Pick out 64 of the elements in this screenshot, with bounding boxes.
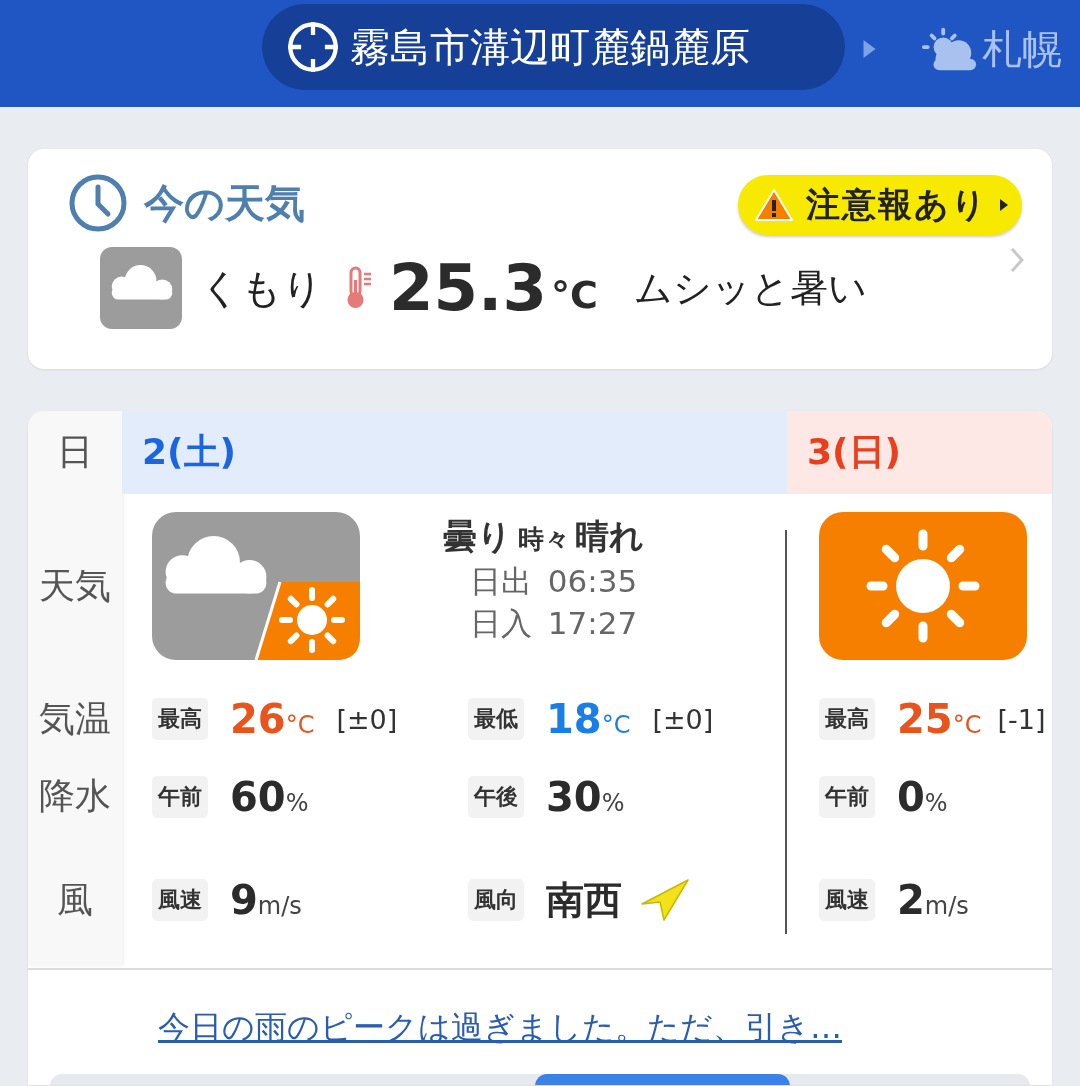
row-label: 気温 [39, 696, 111, 741]
stat-value: 9 [230, 877, 258, 923]
stat-value: 2 [897, 877, 925, 923]
row-label: 降水 [39, 774, 111, 818]
sun-icon [819, 512, 1027, 660]
sun-time: 06:35 [547, 563, 638, 599]
cloud-icon [100, 247, 182, 329]
warning-icon [754, 187, 794, 223]
section-title: 今の天気 [144, 178, 305, 228]
stat-value: 0 [897, 773, 925, 820]
unit-text: °C [285, 711, 315, 739]
stat-value: 18 [546, 696, 602, 742]
unit-text: m/s [257, 892, 302, 920]
stat-label: 風向 [468, 879, 524, 921]
stat-label: 午前 [819, 775, 875, 818]
stat-value: 30 [546, 773, 602, 820]
unit-text: % [601, 788, 625, 817]
day-header: 2(土) [122, 411, 787, 494]
stat-value: 26 [230, 696, 286, 742]
stat-value: 25 [897, 696, 953, 742]
feeling-text: ムシッと暑い [633, 264, 867, 312]
temperature-value: 25.3 [389, 251, 547, 325]
stat-label: 風速 [819, 879, 875, 921]
row-label: 日 [57, 430, 93, 474]
stat-value: 60 [230, 773, 286, 820]
stat-label: 最高 [819, 698, 875, 740]
stat-label: 午後 [468, 775, 524, 818]
stat-value: 南西 [546, 876, 622, 924]
arrow-icon [640, 878, 690, 922]
unit-text: % [285, 788, 309, 817]
stat-label: 午前 [152, 775, 208, 818]
unit-text: °C [952, 711, 982, 739]
diff-text: [-1] [997, 703, 1046, 735]
day-header: 3(日) [787, 411, 1052, 494]
diff-text: [±0] [336, 703, 398, 735]
location-button[interactable]: 霧島市溝辺町麓鍋麓原 [262, 4, 845, 90]
stat-label: 最低 [468, 698, 524, 740]
diff-text: [±0] [652, 703, 714, 735]
sun-label: 日出 [469, 563, 532, 599]
sun-cloud-icon [920, 26, 978, 73]
weather-text: 曇り 時々 晴れ [442, 515, 645, 558]
segmented-control[interactable] [50, 1074, 1030, 1085]
row-label: 天気 [39, 564, 111, 608]
temperature-unit: °C [550, 273, 598, 317]
row-label: 風 [57, 877, 93, 922]
location-tab[interactable]: 札幌 [920, 22, 1062, 77]
crosshair-icon [286, 20, 340, 74]
clock-icon [68, 173, 128, 233]
weather-text: くもり [200, 263, 323, 313]
sun-label: 日入 [469, 605, 532, 641]
unit-text: °C [601, 711, 631, 739]
thermometer-icon [345, 266, 373, 310]
caret-icon [1000, 199, 1008, 211]
comment-link[interactable]: 今日の雨のピークは過ぎました。ただ、引き… [158, 1006, 842, 1074]
stat-label: 最高 [152, 698, 208, 740]
segment-thumb[interactable] [535, 1074, 790, 1085]
stat-label: 風速 [152, 879, 208, 921]
alert-badge[interactable]: 注意報あり [738, 175, 1022, 235]
chevron-right-icon[interactable] [1010, 247, 1024, 273]
unit-text: % [924, 788, 948, 817]
sun-time: 17:27 [547, 605, 638, 641]
cloud-sun-icon [152, 512, 360, 660]
unit-text: m/s [924, 892, 969, 920]
triangle-icon [863, 40, 876, 58]
